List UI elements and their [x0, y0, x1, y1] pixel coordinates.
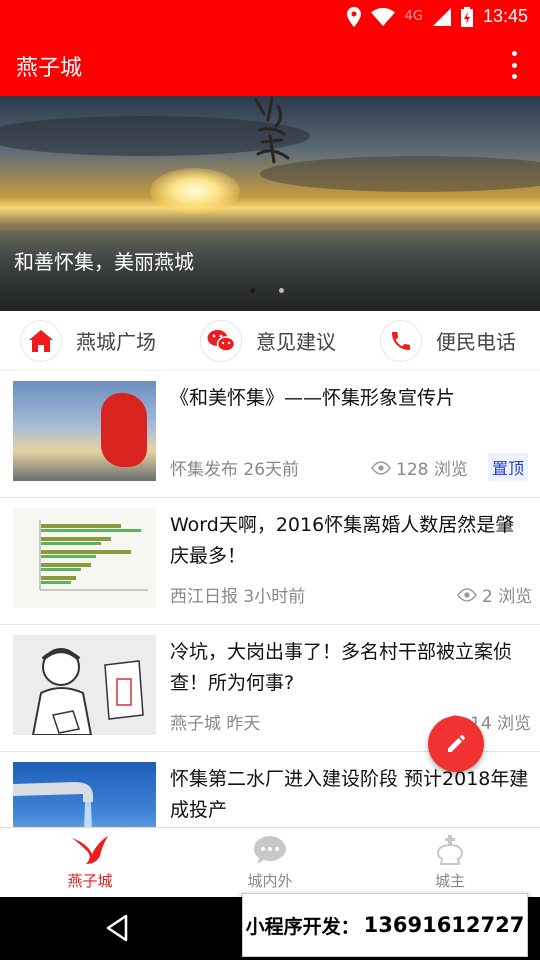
calligraphy-logo	[254, 96, 290, 164]
carousel-dot	[279, 288, 284, 293]
news-title: 《和美怀集》——怀集形象宣传片	[170, 387, 456, 409]
banner-carousel[interactable]: 和善怀集，美丽燕城	[0, 96, 540, 311]
status-bar: 4G 13:45	[0, 0, 540, 34]
compose-fab-button[interactable]	[428, 716, 484, 772]
wifi-icon	[370, 7, 395, 26]
phone-icon	[392, 331, 410, 350]
tab-city-lord[interactable]: 城主	[360, 828, 540, 897]
tab-swallow-city[interactable]: 燕子城	[0, 828, 180, 897]
news-thumbnail	[13, 508, 156, 608]
news-source: 怀集发布 26天前	[170, 460, 300, 480]
carousel-indicator	[250, 288, 284, 293]
status-time: 13:45	[482, 6, 528, 26]
news-title: 怀集第二水厂进入建设阶段 预计2018年建成投产	[170, 768, 529, 821]
app-bar: 燕子城	[0, 34, 540, 96]
view-count-text: 2 浏览	[482, 587, 533, 607]
tab-in-out-city[interactable]: 城内外	[180, 828, 360, 897]
news-item[interactable]: 《和美怀集》——怀集形象宣传片 怀集发布 26天前 128 浏览 置顶	[0, 371, 540, 498]
news-list: 《和美怀集》——怀集形象宣传片 怀集发布 26天前 128 浏览 置顶 Word…	[0, 371, 540, 879]
quick-link-label: 便民电话	[436, 330, 516, 354]
eye-icon	[457, 587, 477, 602]
chess-king-icon	[436, 835, 464, 865]
news-source: 燕子城 昨天	[170, 714, 261, 734]
news-source: 西江日报 3小时前	[170, 587, 306, 607]
news-title: Word天啊，2016怀集离婚人数居然是肇庆最多！	[170, 514, 515, 567]
back-icon[interactable]	[104, 914, 130, 942]
app-title: 燕子城	[16, 56, 83, 81]
overflow-menu-icon[interactable]	[510, 51, 518, 79]
quick-link-feedback[interactable]: 意见建议	[180, 311, 360, 370]
location-icon	[346, 6, 361, 27]
banner-sun	[150, 168, 240, 214]
signal-icon	[432, 7, 451, 26]
view-count-text: 128 浏览	[396, 460, 468, 480]
quick-link-label: 燕城广场	[76, 330, 156, 354]
ad-label: 小程序开发：	[245, 915, 360, 938]
chat-bubble-icon	[254, 836, 286, 864]
mini-program-ad[interactable]: 小程序开发： 13691612727	[242, 893, 528, 957]
news-item[interactable]: Word天啊，2016怀集离婚人数居然是肇庆最多！ 西江日报 3小时前 2 浏览	[0, 498, 540, 625]
quick-link-plaza[interactable]: 燕城广场	[0, 311, 180, 370]
pinned-badge: 置顶	[487, 453, 528, 481]
view-count: 128 浏览	[370, 455, 468, 480]
news-thumbnail	[13, 635, 156, 735]
tab-label: 城内外	[247, 872, 293, 890]
home-icon	[29, 329, 53, 352]
eye-icon	[371, 460, 391, 475]
pencil-icon	[448, 735, 465, 752]
quick-links: 燕城广场 意见建议 便民电话	[0, 311, 540, 371]
tab-label: 城主	[434, 872, 465, 890]
wechat-icon	[207, 329, 235, 352]
quick-link-phone[interactable]: 便民电话	[360, 311, 540, 370]
network-type: 4G	[404, 9, 423, 24]
view-count: 2 浏览	[456, 582, 532, 607]
swallow-icon	[72, 836, 108, 864]
carousel-dot-active	[250, 288, 255, 293]
bottom-navigation: 燕子城 城内外 城主	[0, 827, 540, 897]
quick-link-label: 意见建议	[256, 330, 336, 354]
news-thumbnail	[13, 381, 156, 481]
battery-icon	[460, 6, 473, 27]
news-title: 冷坑，大岗出事了！多名村干部被立案侦查！所为何事?	[170, 641, 513, 694]
banner-caption: 和善怀集，美丽燕城	[14, 250, 194, 274]
ad-phone: 13691612727	[363, 913, 525, 937]
tab-label: 燕子城	[67, 872, 113, 890]
